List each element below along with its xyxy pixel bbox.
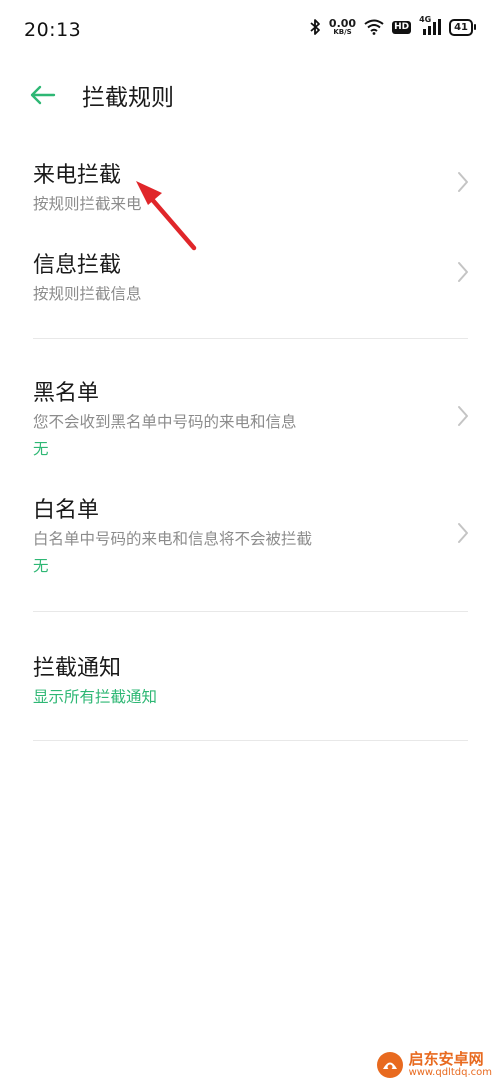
battery-icon: 41 [449,18,476,36]
watermark: 启东安卓网 www.qdltdq.com [375,1050,492,1080]
hd-badge: HD [392,20,412,34]
message-block-item[interactable]: 信息拦截 按规则拦截信息 [0,230,500,320]
message-block-title: 信息拦截 [33,253,122,278]
status-icons: 0.00 KB/S HD 4G 41 [309,15,476,36]
chevron-right-icon [458,523,468,543]
chevron-right-icon [458,406,468,426]
watermark-url: www.qdltdq.com [408,1066,492,1078]
net-speed: 0.00 KB/S [329,18,356,36]
status-bar: 20:13 0.00 KB/S HD 4G 41 [0,0,500,60]
battery-level: 41 [449,18,473,36]
header: 拦截规则 [0,60,500,130]
whitelist-title: 白名单 [33,498,100,523]
watermark-name: 启东安卓网 [408,1049,484,1068]
net-speed-unit: KB/S [333,28,352,36]
bluetooth-icon [310,19,320,35]
watermark-logo-icon [376,1052,403,1078]
chevron-right-icon [458,262,468,282]
whitelist-value: 无 [33,557,49,575]
block-notification-value: 显示所有拦截通知 [33,688,158,706]
blacklist-title: 黑名单 [33,381,100,406]
status-time: 20:13 [24,19,82,41]
back-arrow-icon[interactable] [28,80,58,110]
message-block-subtitle: 按规则拦截信息 [33,285,142,303]
divider [33,338,468,339]
whitelist-item[interactable]: 白名单 白名单中号码的来电和信息将不会被拦截 无 [0,477,500,592]
blacklist-item[interactable]: 黑名单 您不会收到黑名单中号码的来电和信息 无 [0,360,500,475]
whitelist-subtitle: 白名单中号码的来电和信息将不会被拦截 [33,530,313,548]
divider [33,611,468,612]
page-title: 拦截规则 [82,85,174,111]
call-block-item[interactable]: 来电拦截 按规则拦截来电 [0,140,500,230]
wifi-icon [364,19,384,35]
block-notification-title: 拦截通知 [33,656,122,681]
signal-icon: 4G [419,15,442,36]
blacklist-value: 无 [33,440,49,458]
watermark-text: 启东安卓网 www.qdltdq.com [408,1049,492,1078]
block-notification-item[interactable]: 拦截通知 显示所有拦截通知 [0,635,500,725]
chevron-right-icon [458,172,468,192]
network-type: 4G [419,15,432,24]
call-block-title: 来电拦截 [33,163,122,188]
divider [33,740,468,741]
blacklist-subtitle: 您不会收到黑名单中号码的来电和信息 [33,413,297,431]
call-block-subtitle: 按规则拦截来电 [33,195,142,213]
battery-tip [474,24,476,30]
